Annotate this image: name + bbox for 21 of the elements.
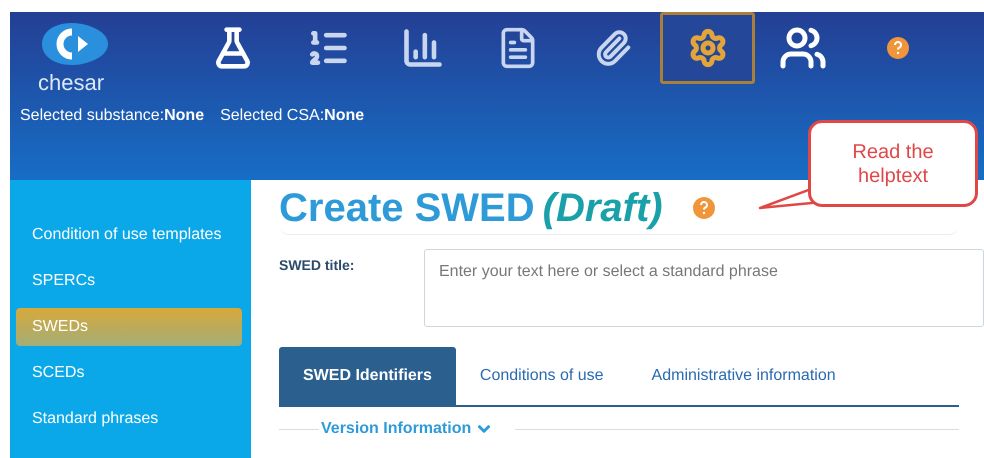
tab[interactable]: Administrative information	[628, 347, 860, 405]
title-input-field[interactable]: Enter your text here or select a standard phrase	[424, 249, 984, 327]
nav-button[interactable]	[660, 12, 755, 84]
selected-substance-text: Selected substance:None	[20, 106, 204, 126]
help-icon	[692, 197, 715, 219]
logo-text: chesar	[38, 72, 106, 94]
tab[interactable]: Conditions of use	[456, 347, 628, 405]
section-toggle[interactable]: Version Information	[319, 417, 496, 441]
tab[interactable]: SWED Identifiers	[279, 347, 456, 405]
sidebar-item[interactable]: SWEDs	[16, 308, 242, 346]
page-title: Create SWED	[279, 185, 535, 232]
sidebar-item[interactable]: SPERCs	[16, 262, 242, 300]
sidebar-item[interactable]: Condition of use templates	[16, 216, 242, 254]
settings-icon	[688, 28, 728, 68]
sidebar-item[interactable]: Standard phrases	[16, 400, 242, 438]
field-label: SWED title:	[279, 256, 356, 275]
callout: Read the helptext	[808, 120, 978, 207]
help-icon	[886, 37, 908, 59]
status-text: (Draft)	[542, 185, 663, 232]
selected-csa-text: Selected CSA:None	[220, 106, 364, 126]
sidebar-item[interactable]: SCEDs	[16, 354, 242, 392]
